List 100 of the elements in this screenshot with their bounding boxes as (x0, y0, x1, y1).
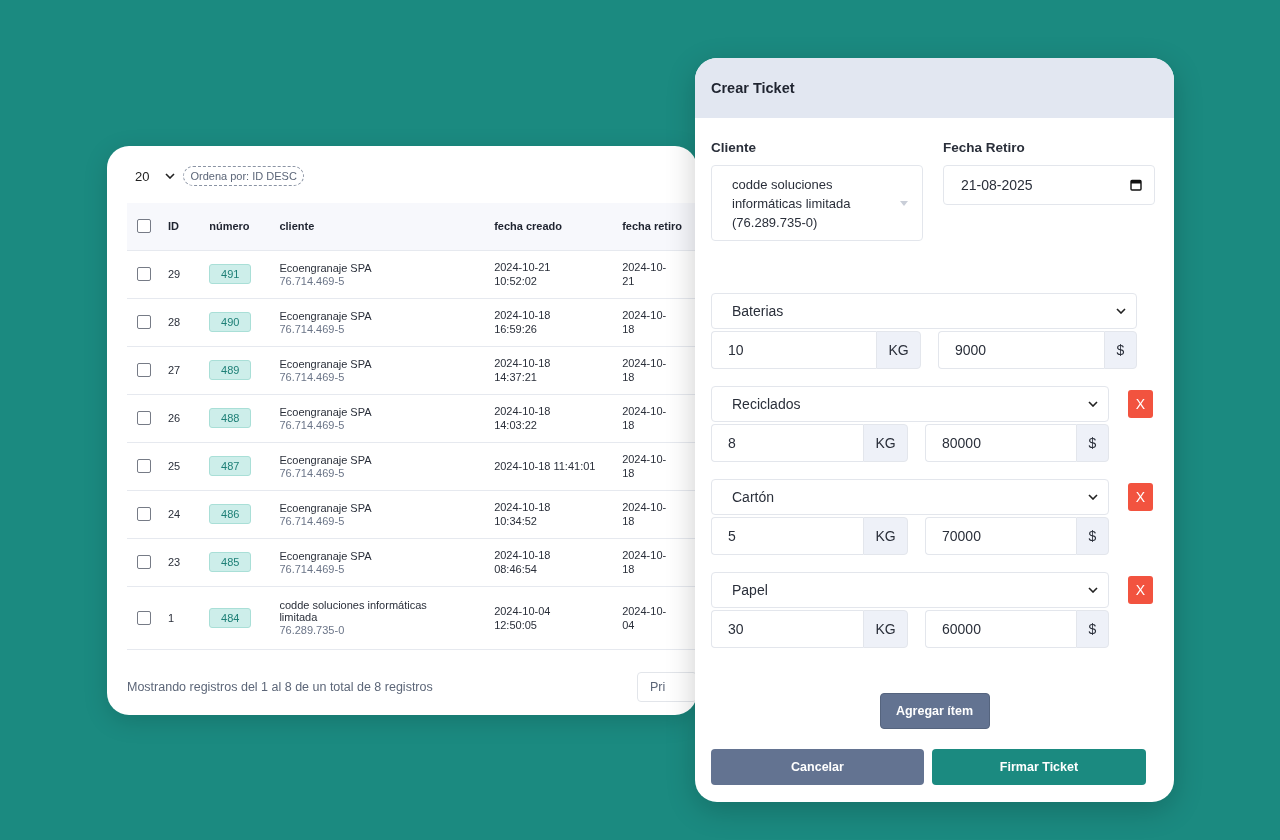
quantity-input[interactable]: 8 (711, 424, 863, 462)
unit-label: KG (863, 517, 908, 555)
ticket-number-badge: 491 (209, 264, 252, 284)
checkbox[interactable] (137, 610, 151, 625)
ticket-number-badge: 486 (209, 504, 252, 524)
checkbox[interactable] (137, 507, 151, 521)
unit-label: KG (863, 610, 908, 648)
column-header: número (209, 220, 250, 233)
created-date: 2024-10-18 10:34:52 (494, 501, 551, 527)
client-rut: 76.289.735-0 (279, 624, 346, 636)
ticket-number-badge: 485 (209, 552, 252, 572)
chevron-down-icon (1088, 494, 1098, 500)
price-input[interactable]: 60000 (925, 610, 1076, 648)
ticket-number-badge: 484 (209, 607, 252, 628)
unit-label: KG (863, 424, 908, 462)
add-item-button[interactable]: Agregar ítem (879, 693, 990, 729)
client-name: Ecoengranaje SPA (279, 501, 373, 514)
id-text: 24 (167, 508, 181, 520)
pickup-date: 2024-10- 18 (622, 357, 667, 383)
currency-label: $ (1076, 610, 1109, 648)
calendar-icon (1130, 179, 1142, 191)
column-header: ID (167, 220, 179, 233)
material-select[interactable]: Baterias (711, 293, 1137, 329)
date-field[interactable]: 21-08-2025 (943, 165, 1155, 205)
field-label: Cliente (711, 140, 757, 155)
unit-label: KG (876, 331, 921, 369)
column-header: fecha retiro (622, 220, 683, 233)
client-rut: 76.714.469-5 (279, 562, 346, 575)
client-rut: 76.714.469-5 (279, 466, 346, 479)
price-input[interactable]: 70000 (925, 517, 1076, 555)
material-select[interactable]: Papel (711, 572, 1109, 608)
pickup-date: 2024-10- 18 (622, 501, 667, 527)
checkbox[interactable] (137, 411, 151, 425)
currency-label: $ (1104, 331, 1137, 369)
checkbox[interactable] (137, 363, 151, 377)
checkbox[interactable] (137, 315, 151, 329)
column-header: cliente (279, 220, 315, 233)
ticket-number-badge: 487 (209, 456, 252, 476)
id-text: 29 (167, 268, 181, 280)
id-text: 26 (167, 412, 181, 424)
material-select[interactable]: Reciclados (711, 386, 1109, 422)
created-date: 2024-10-18 11:41:01 (494, 460, 596, 472)
id-text: 1 (167, 611, 175, 624)
checkbox[interactable] (137, 459, 151, 473)
created-date: 2024-10-04 12:50:05 (494, 604, 551, 631)
caret-icon (900, 200, 908, 206)
client-name: Ecoengranaje SPA (279, 549, 373, 562)
chevron-down-icon (1116, 308, 1126, 314)
created-date: 2024-10-18 14:03:22 (494, 405, 551, 431)
currency-label: $ (1076, 424, 1109, 462)
currency-label: $ (1076, 517, 1109, 555)
client-name: Ecoengranaje SPA (279, 261, 373, 274)
pickup-date: 2024-10- 18 (622, 549, 667, 575)
pager-button[interactable]: Pri (637, 671, 697, 702)
client-rut: 76.714.469-5 (279, 274, 346, 287)
quantity-input[interactable]: 30 (711, 610, 863, 648)
quantity-input[interactable]: 5 (711, 517, 863, 555)
created-date: 2024-10-21 10:52:02 (494, 261, 551, 287)
created-date: 2024-10-18 16:59:26 (494, 309, 551, 335)
client-rut: 76.714.469-5 (279, 370, 346, 383)
pickup-date: 2024-10- 04 (622, 604, 667, 631)
id-text: 23 (167, 556, 181, 568)
id-text: 27 (167, 364, 181, 376)
pickup-date: 2024-10- 21 (622, 261, 667, 287)
ticket-number-badge: 488 (209, 408, 252, 428)
price-input[interactable]: 80000 (925, 424, 1076, 462)
created-date: 2024-10-18 08:46:54 (494, 549, 551, 575)
ticket-number-badge: 489 (209, 360, 252, 380)
quantity-input[interactable]: 10 (711, 331, 876, 369)
pickup-date: 2024-10- 18 (622, 405, 667, 431)
id-text: 25 (167, 460, 181, 472)
price-input[interactable]: 9000 (938, 331, 1104, 369)
chevron-down-icon (1088, 587, 1098, 593)
sign-ticket-button[interactable]: Firmar Ticket (932, 749, 1146, 785)
modal-title: Crear Ticket (711, 80, 795, 96)
page-size-select[interactable]: 20 (127, 168, 176, 184)
records-summary: Mostrando registros del 1 al 8 de un total de 8 registros (127, 679, 433, 694)
chevron-down-icon (165, 173, 176, 179)
checkbox[interactable] (137, 555, 151, 569)
client-select[interactable]: codde soluciones informáticas limitada (76.289.735-0) (711, 165, 923, 241)
cancel-button[interactable]: Cancelar (711, 749, 924, 785)
checkbox[interactable] (137, 219, 151, 234)
column-header: fecha creado (494, 220, 562, 233)
checkbox[interactable] (137, 267, 151, 281)
client-rut: 76.714.469-5 (279, 322, 346, 335)
client-name: codde soluciones informáticas limitada (279, 599, 428, 623)
client-rut: 76.714.469-5 (279, 418, 346, 431)
field-label: Fecha Retiro (943, 140, 1026, 155)
client-name: Ecoengranaje SPA (279, 405, 373, 418)
client-name: Ecoengranaje SPA (279, 453, 373, 466)
client-rut: 76.714.469-5 (279, 514, 346, 527)
pickup-date: 2024-10- 18 (622, 453, 667, 479)
created-date: 2024-10-18 14:37:21 (494, 357, 551, 383)
ticket-number-badge: 490 (209, 312, 252, 332)
client-name: Ecoengranaje SPA (279, 309, 373, 322)
client-name: Ecoengranaje SPA (279, 357, 373, 370)
id-text: 28 (167, 316, 181, 328)
chevron-down-icon (1088, 401, 1098, 407)
material-select[interactable]: Cartón (711, 479, 1109, 515)
pickup-date: 2024-10- 18 (622, 309, 667, 335)
